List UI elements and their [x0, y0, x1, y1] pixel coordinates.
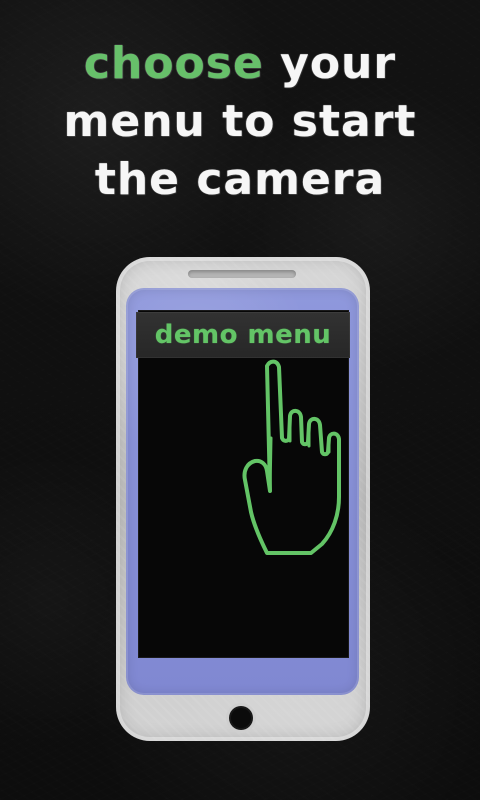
phone-screen [138, 310, 349, 658]
phone-speaker [188, 270, 296, 278]
headline-instructions: choose your menu to start the camera [16, 35, 464, 209]
smartphone-icon: demo menu [116, 257, 370, 741]
demo-menu-button[interactable]: demo menu [136, 312, 350, 358]
headline-accent-word: choose [83, 38, 264, 89]
home-button[interactable] [229, 706, 253, 730]
demo-menu-label: demo menu [154, 320, 332, 350]
